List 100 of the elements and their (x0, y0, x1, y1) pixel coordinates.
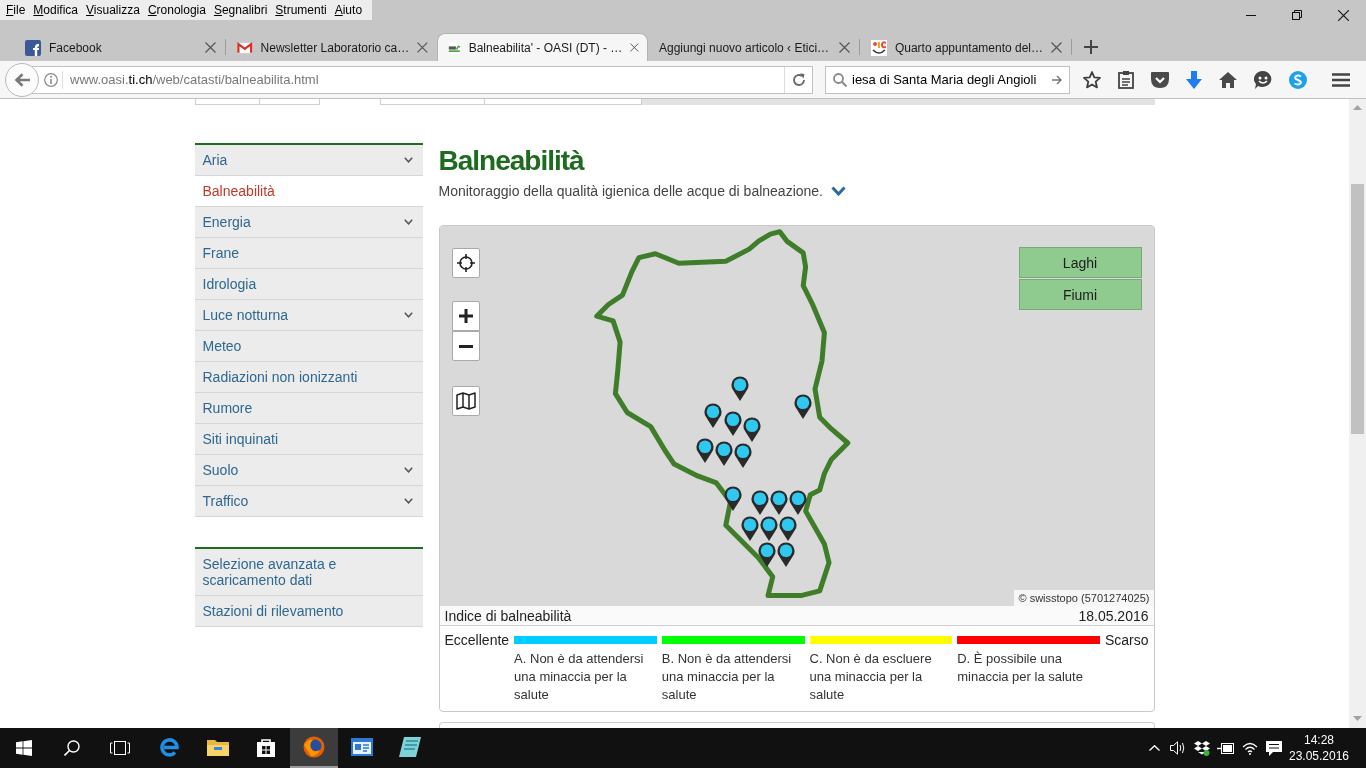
sidebar-item[interactable]: Siti inquinati (194, 424, 423, 455)
map-pin-icon[interactable] (776, 542, 795, 567)
sidebar-link[interactable]: Stazioni di rilevamento (194, 596, 423, 627)
clock-date[interactable]: 23.05.2016 (1288, 748, 1350, 764)
browser-tab[interactable]: Aggiungi nuovo articolo ‹ Etici… (648, 33, 859, 61)
map-pin-icon[interactable] (793, 394, 812, 419)
chevron-up-icon[interactable] (1148, 745, 1160, 751)
map-pin-icon[interactable] (778, 516, 797, 541)
map-attribution: © swisstopo (5701274025) (1014, 590, 1154, 606)
sidebar-item[interactable]: Radiazioni non ionizzanti (194, 362, 423, 393)
home-icon[interactable] (1219, 71, 1237, 88)
new-tab-icon[interactable] (1084, 40, 1098, 54)
map-pin-icon[interactable] (714, 441, 733, 466)
tab-close-icon[interactable] (205, 42, 216, 53)
map-pin-icon[interactable] (759, 516, 778, 541)
crosshair-icon (456, 254, 475, 272)
browser-tab[interactable]: Newsletter Laboratorio ca… (226, 33, 437, 61)
menu-item[interactable]: Aiuto (330, 0, 367, 20)
menu-item[interactable]: File (2, 0, 30, 20)
map-pin-icon[interactable] (769, 490, 788, 515)
download-icon[interactable] (1186, 70, 1202, 89)
search-icon (833, 72, 847, 87)
notification-icon[interactable] (1266, 740, 1282, 756)
sidebar-item[interactable]: Energia (194, 207, 423, 238)
map-pin-icon[interactable] (695, 438, 714, 463)
map-pin-icon[interactable] (750, 490, 769, 515)
menu-item[interactable]: Segnalibri (209, 0, 272, 20)
search-field[interactable]: iesa di Santa Maria degli Angioli (825, 65, 1070, 94)
tab-close-icon[interactable] (630, 42, 639, 53)
smile-logo-icon (871, 39, 887, 56)
close-icon[interactable] (1337, 9, 1349, 21)
scrollbar-thumb[interactable] (1351, 184, 1364, 434)
tab-close-icon[interactable] (417, 42, 428, 53)
sidebar-item[interactable]: Traffico (194, 486, 423, 517)
sidebar-item[interactable]: Rumore (194, 393, 423, 424)
task-view-icon[interactable] (110, 741, 130, 755)
sidebar-link[interactable]: Selezione avanzata e scaricamento dati (194, 549, 423, 596)
map-pin-icon[interactable] (733, 443, 752, 468)
chevron-down-icon[interactable] (403, 467, 413, 473)
sidebar-item[interactable]: Suolo (194, 455, 423, 486)
notepad-icon (399, 737, 421, 757)
sidebar-item[interactable]: Frane (194, 238, 423, 269)
map-pin-icon[interactable] (730, 376, 749, 401)
map-pin-icon[interactable] (703, 403, 722, 428)
locate-button[interactable] (451, 248, 480, 278)
search-icon[interactable] (64, 740, 80, 756)
browser-tab[interactable]: Facebook (14, 33, 225, 61)
map-pin-icon[interactable] (723, 486, 742, 511)
legend-label: Eccellente (444, 632, 510, 648)
open-box-icon[interactable] (1194, 740, 1210, 756)
sidebar-item[interactable]: Meteo (194, 331, 423, 362)
s-circle-icon[interactable] (1289, 70, 1307, 89)
tab-close-icon[interactable] (839, 42, 850, 53)
envelope-icon (237, 41, 253, 54)
wifi-icon[interactable] (1242, 741, 1258, 755)
minus-icon (458, 344, 473, 348)
map-pin-icon[interactable] (740, 516, 759, 541)
map-layers-button[interactable] (451, 386, 480, 416)
menu-icon[interactable] (1332, 72, 1350, 87)
chevron-down-icon[interactable] (403, 312, 413, 318)
speaker-icon[interactable] (1170, 741, 1186, 755)
back-button[interactable] (5, 62, 39, 97)
sidebar-item[interactable]: Aria (194, 145, 423, 176)
browser-tab[interactable]: Balneabilita' - OASI (DT) - … (437, 33, 648, 61)
map-pin-icon[interactable] (757, 542, 776, 567)
minimize-icon[interactable] (1246, 14, 1256, 16)
scrollbar[interactable] (1349, 99, 1366, 728)
tab-close-icon[interactable] (1051, 42, 1062, 53)
menu-item[interactable]: Cronologia (143, 0, 210, 20)
battery-plug-icon[interactable] (1217, 742, 1235, 754)
chevron-down-icon[interactable] (403, 157, 413, 163)
clipboard-icon[interactable] (1118, 70, 1134, 89)
chevron-down-icon[interactable] (403, 498, 413, 504)
chevron-down-icon[interactable] (403, 219, 413, 225)
map-pin-icon[interactable] (742, 417, 761, 442)
chevron-down-icon[interactable] (831, 186, 846, 196)
reload-icon[interactable] (791, 72, 806, 87)
pocket-icon[interactable] (1151, 71, 1169, 88)
info-icon[interactable] (44, 72, 58, 87)
sidebar-item[interactable]: Idrologia (194, 269, 423, 300)
map-placeholder[interactable]: Laghi Fiumi © swisstopo (5701274025) Indice di balneabilità 18.05.2016 (439, 226, 1154, 626)
browser-tab[interactable]: Quarto appuntamento del… (860, 33, 1071, 61)
menu-item[interactable]: Visualizza (82, 0, 144, 20)
map-pin-icon[interactable] (788, 490, 807, 515)
e-logo-icon (160, 737, 180, 757)
zoom-out-button[interactable] (451, 331, 480, 361)
layer-button[interactable]: Laghi (1018, 247, 1142, 278)
clock-time[interactable]: 14:28 (1304, 732, 1334, 748)
folded-map-icon (455, 392, 476, 410)
menu-item[interactable]: Strumenti (271, 0, 331, 20)
zoom-in-button[interactable] (451, 301, 480, 331)
start-icon[interactable] (16, 740, 32, 756)
sidebar-item[interactable]: Luce notturna (194, 300, 423, 331)
layer-button[interactable]: Fiumi (1018, 279, 1142, 310)
arrow-right-icon[interactable] (1052, 74, 1062, 85)
menu-item[interactable]: Modifica (29, 0, 83, 20)
restore-icon[interactable] (1292, 10, 1302, 20)
star-icon[interactable] (1083, 70, 1101, 89)
smiley-chat-icon[interactable] (1254, 70, 1272, 89)
map-pin-icon[interactable] (723, 411, 742, 436)
